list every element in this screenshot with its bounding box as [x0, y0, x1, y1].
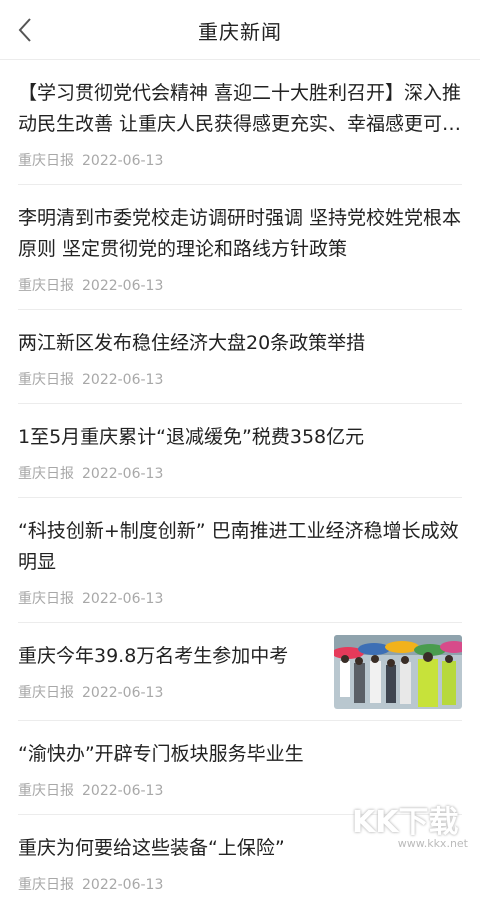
news-date: 2022-06-13	[82, 877, 164, 893]
news-title: 1至5月重庆累计“退减缓免”税费358亿元	[18, 426, 365, 448]
news-source: 重庆日报	[18, 372, 74, 388]
news-item[interactable]: 1至5月重庆累计“退减缓免”税费358亿元 重庆日报 2022-06-13	[18, 404, 462, 498]
news-meta: 重庆日报 2022-06-13	[18, 463, 462, 497]
news-title: 李明清到市委党校走访调研时强调 坚持党校姓党根本原则 坚定贯彻党的理论和路线方针…	[18, 207, 462, 260]
page-title: 重庆新闻	[198, 20, 282, 44]
news-source: 重庆日报	[18, 685, 74, 701]
news-source: 重庆日报	[18, 278, 74, 294]
watermark: KK下载 www.kkx.net	[352, 797, 472, 850]
news-meta: 重庆日报 2022-06-13	[18, 588, 462, 622]
news-item[interactable]: “科技创新+制度创新” 巴南推进工业经济稳增长成效明显 重庆日报 2022-06-…	[18, 498, 462, 623]
news-thumbnail	[334, 635, 462, 709]
news-source: 重庆日报	[18, 466, 74, 482]
news-title: 【学习贯彻党代会精神 喜迎二十大胜利召开】深入推动民生改善 让重庆人民获得感更充…	[18, 82, 462, 135]
news-meta: 重庆日报 2022-06-13	[18, 369, 462, 403]
news-list: 【学习贯彻党代会精神 喜迎二十大胜利召开】深入推动民生改善 让重庆人民获得感更充…	[0, 60, 480, 908]
news-item[interactable]: 两江新区发布稳住经济大盘20条政策举措 重庆日报 2022-06-13	[18, 310, 462, 404]
top-bar: 重庆新闻	[0, 0, 480, 60]
news-meta: 重庆日报 2022-06-13	[18, 275, 462, 309]
watermark-logo: KK下载	[352, 805, 459, 840]
news-date: 2022-06-13	[82, 372, 164, 388]
news-date: 2022-06-13	[82, 685, 164, 701]
news-meta: 重庆日报 2022-06-13	[18, 150, 462, 184]
news-source: 重庆日报	[18, 783, 74, 799]
news-title: “渝快办”开辟专门板块服务毕业生	[18, 743, 304, 765]
news-item[interactable]: 重庆今年39.8万名考生参加中考 重庆日报 2022-06-13	[18, 623, 462, 721]
news-title: 重庆今年39.8万名考生参加中考	[18, 645, 289, 667]
news-date: 2022-06-13	[82, 153, 164, 169]
news-date: 2022-06-13	[82, 278, 164, 294]
news-source: 重庆日报	[18, 153, 74, 169]
news-date: 2022-06-13	[82, 466, 164, 482]
news-item[interactable]: 【学习贯彻党代会精神 喜迎二十大胜利召开】深入推动民生改善 让重庆人民获得感更充…	[18, 60, 462, 185]
news-title: “科技创新+制度创新” 巴南推进工业经济稳增长成效明显	[18, 520, 459, 573]
news-item[interactable]: 李明清到市委党校走访调研时强调 坚持党校姓党根本原则 坚定贯彻党的理论和路线方针…	[18, 185, 462, 310]
news-source: 重庆日报	[18, 591, 74, 607]
news-title: 两江新区发布稳住经济大盘20条政策举措	[18, 332, 366, 354]
news-date: 2022-06-13	[82, 591, 164, 607]
news-meta: 重庆日报 2022-06-13	[18, 874, 462, 908]
news-source: 重庆日报	[18, 877, 74, 893]
news-date: 2022-06-13	[82, 783, 164, 799]
